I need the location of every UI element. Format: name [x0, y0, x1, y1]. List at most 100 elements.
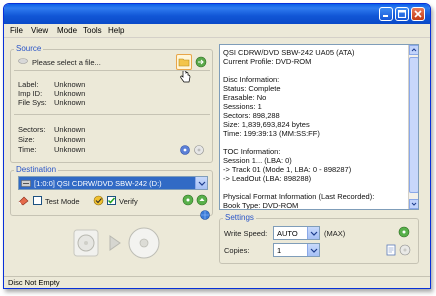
info-scrollbar[interactable]: [408, 45, 418, 209]
destination-eject-button[interactable]: [196, 194, 208, 208]
green-disc-icon: [398, 226, 410, 238]
destination-title: Destination: [14, 165, 59, 174]
info-line: Book Type: DVD-ROM: [223, 201, 299, 210]
source-info-button[interactable]: [180, 145, 190, 157]
source-impid-value: Unknown: [54, 89, 86, 98]
source-separator-1: [14, 70, 210, 71]
folder-icon: [178, 58, 190, 67]
test-mode-checkbox[interactable]: [33, 196, 42, 205]
write-speed-label: Write Speed:: [224, 229, 268, 238]
close-icon: [414, 10, 422, 18]
info-line: Erasable: No: [223, 93, 267, 102]
document-icon: [386, 244, 396, 256]
source-label-label: Label:: [18, 80, 39, 89]
disc-icon: [399, 244, 411, 256]
source-filesys-value: Unknown: [54, 98, 86, 107]
copies-select[interactable]: 1: [273, 243, 320, 257]
info-line: Time: 199:39:13 (MM:SS:FF): [223, 129, 320, 138]
write-speed-value: AUTO: [277, 229, 298, 238]
info-line: -> LeadOut (LBA: 898288): [223, 174, 312, 183]
menu-mode[interactable]: Mode: [57, 26, 77, 35]
copies-value: 1: [277, 246, 282, 255]
info-line: Sectors: 898,288: [223, 111, 280, 120]
verify-checkbox[interactable]: [107, 196, 116, 205]
info-line: Current Profile: DVD-ROM: [223, 57, 312, 66]
chevron-down-icon[interactable]: [307, 244, 319, 256]
destination-drive-value: [1:0:0] QSI CDRW/DVD SBW-242 (D:): [34, 179, 162, 188]
close-button[interactable]: [411, 7, 425, 21]
info-line: TOC Information:: [223, 147, 281, 156]
chevron-down-icon[interactable]: [307, 227, 319, 239]
info-line: QSI CDRW/DVD SBW-242 UA05 (ATA): [223, 48, 355, 57]
menu-tools[interactable]: Tools: [83, 26, 102, 35]
source-title: Source: [14, 44, 44, 53]
source-file-placeholder: Please select a file...: [32, 58, 101, 67]
maximize-icon: [398, 10, 406, 18]
green-disc-arrow-icon: [195, 56, 207, 68]
hand-cursor-icon: [179, 70, 191, 86]
source-label-value: Unknown: [54, 80, 86, 89]
verify-icon: [93, 195, 104, 208]
source-filesys-label: File Sys:: [18, 98, 47, 107]
settings-title: Settings: [223, 213, 256, 222]
erase-disc-button[interactable]: [18, 195, 29, 208]
minimize-icon: [383, 15, 388, 17]
info-line: Session 1... (LBA: 0): [223, 156, 292, 165]
destination-disc-info-button[interactable]: [182, 194, 194, 208]
log-button[interactable]: [385, 244, 397, 258]
copies-label: Copies:: [224, 246, 250, 255]
scroll-up-button[interactable]: [409, 45, 418, 55]
speed-settings-button[interactable]: [398, 226, 410, 240]
info-line: Disc Information:: [223, 75, 280, 84]
refresh-disc-icon: [194, 145, 204, 155]
maximize-button[interactable]: [395, 7, 409, 21]
chevron-up-icon: [411, 48, 417, 52]
title-bar[interactable]: [4, 4, 430, 24]
disc-info-panel[interactable]: QSI CDRW/DVD SBW-242 UA05 (ATA) Current …: [219, 44, 419, 210]
verify-label: Verify: [119, 197, 138, 206]
status-bar: Disc Not Empty: [4, 276, 430, 288]
info-line: Status: Complete: [223, 84, 281, 93]
test-mode-label: Test Mode: [45, 197, 80, 206]
chevron-down-icon: [411, 202, 417, 206]
minimize-button[interactable]: [379, 7, 393, 21]
checkmark-icon: [107, 197, 116, 204]
destination-drive-select[interactable]: [1:0:0] QSI CDRW/DVD SBW-242 (D:): [18, 176, 208, 190]
menu-help[interactable]: Help: [108, 26, 124, 35]
source-time-value: Unknown: [54, 145, 86, 154]
image-to-disc-icon: [73, 227, 160, 259]
disc-small-icon: [18, 57, 28, 67]
info-line: -> Track 01 (Mode 1, LBA: 0 - 898287): [223, 165, 352, 174]
green-disc-arrow-icon: [196, 194, 208, 206]
drive-icon: [21, 179, 31, 190]
browse-file-button[interactable]: [176, 54, 192, 70]
green-disc-icon: [182, 194, 194, 206]
eraser-icon: [18, 196, 29, 206]
write-speed-select[interactable]: AUTO: [273, 226, 320, 240]
source-size-value: Unknown: [54, 135, 86, 144]
menu-view[interactable]: View: [31, 26, 48, 35]
source-time-label: Time:: [18, 145, 37, 154]
source-impid-label: Imp ID:: [18, 89, 43, 98]
menu-file[interactable]: File: [10, 26, 23, 35]
source-size-label: Size:: [18, 135, 35, 144]
disc-settings-button[interactable]: [399, 244, 411, 258]
source-sectors-label: Sectors:: [18, 125, 46, 134]
chevron-down-icon[interactable]: [195, 177, 207, 189]
status-text: Disc Not Empty: [8, 278, 60, 287]
scroll-down-button[interactable]: [409, 199, 418, 209]
scroll-thumb[interactable]: [409, 57, 418, 193]
source-separator-2: [14, 114, 210, 115]
info-line: Size: 1,839,693,824 bytes: [223, 120, 310, 129]
globe-icon: [200, 210, 210, 222]
source-sectors-value: Unknown: [54, 125, 86, 134]
source-refresh-button[interactable]: [194, 145, 204, 157]
info-disc-icon: [180, 145, 190, 155]
menu-bar: File View Mode Tools Help: [4, 24, 430, 38]
info-line: Physical Format Information (Last Record…: [223, 192, 375, 201]
load-source-button[interactable]: [195, 56, 207, 70]
info-line: Sessions: 1: [223, 102, 262, 111]
app-window: File View Mode Tools Help Source Please …: [3, 3, 431, 289]
write-image-button[interactable]: [72, 224, 168, 264]
write-speed-max: (MAX): [324, 229, 346, 238]
